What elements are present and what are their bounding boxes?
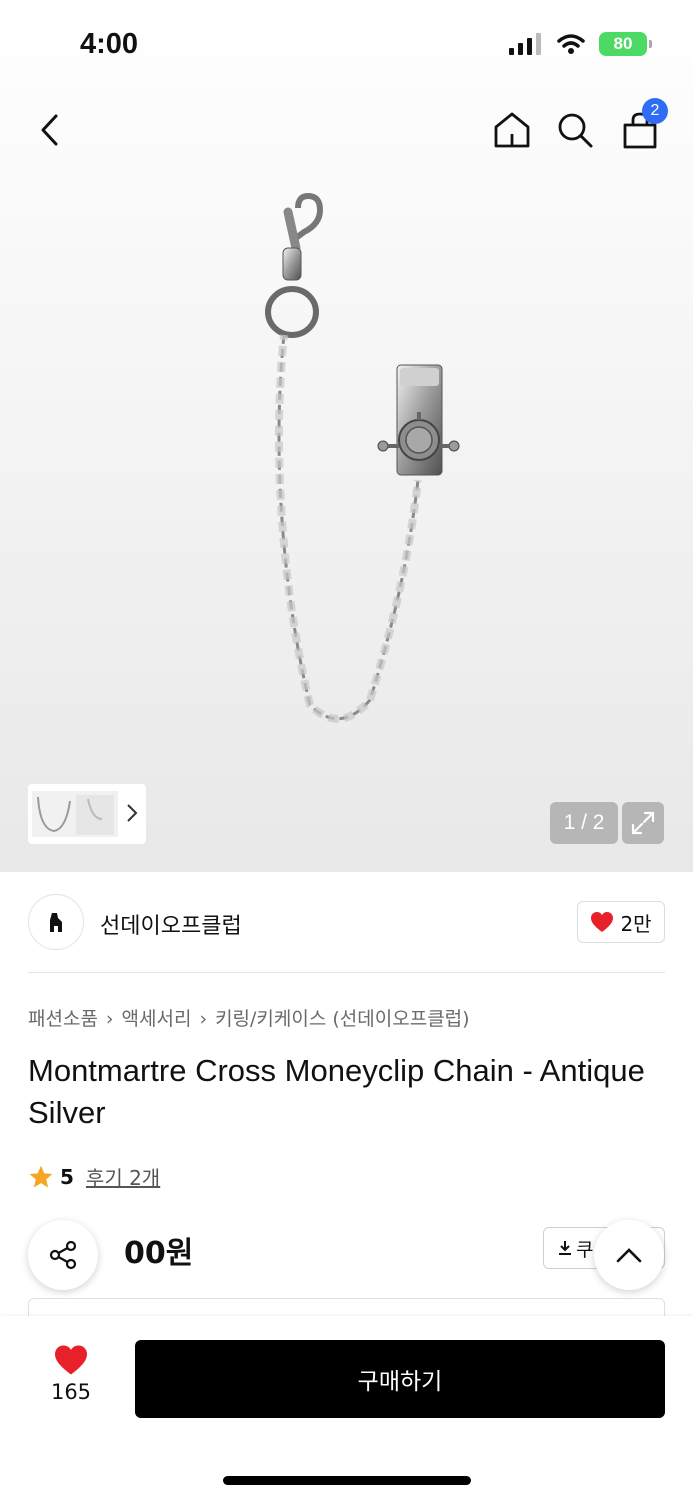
search-icon xyxy=(558,113,593,148)
share-icon xyxy=(49,1240,77,1270)
product-image[interactable] xyxy=(200,190,500,750)
brand-like-count: 2만 xyxy=(620,911,652,936)
status-icons: 80 xyxy=(509,32,652,56)
buy-button[interactable]: 구매하기 xyxy=(135,1340,665,1418)
breadcrumb-separator: › xyxy=(199,1008,208,1030)
nav-bar: 2 xyxy=(0,96,693,166)
chevron-up-icon xyxy=(616,1248,642,1263)
product-thumbnail[interactable] xyxy=(32,789,118,839)
product-title: Montmartre Cross Moneyclip Chain - Antiq… xyxy=(28,1053,645,1130)
bottom-action-bar: 165 구매하기 xyxy=(0,1316,693,1500)
heart-icon xyxy=(591,912,614,932)
download-icon xyxy=(559,1241,571,1255)
heart-icon xyxy=(55,1345,87,1375)
brand-name[interactable]: 선데이오프클럽 xyxy=(100,908,242,940)
home-indicator xyxy=(223,1476,471,1485)
image-pager: 1 / 2 xyxy=(550,802,618,844)
brand-logo[interactable] xyxy=(28,894,84,950)
thumbnail-strip[interactable] xyxy=(28,784,146,844)
breadcrumb: 패션소품 › 액세서리 › 키링/키케이스 (선데이오프클럽) xyxy=(28,1004,470,1031)
expand-icon xyxy=(631,811,655,835)
wishlist-button[interactable]: 165 xyxy=(36,1344,106,1414)
brand-row[interactable]: 선데이오프클럽 2만 xyxy=(28,892,665,954)
breadcrumb-item-current[interactable]: 키링/키케이스 (선데이오프클럽) xyxy=(215,1008,470,1030)
brand-like-button[interactable]: 2만 xyxy=(577,901,665,943)
review-count-link[interactable]: 후기 2개 xyxy=(86,1162,160,1191)
rating-score: 5 xyxy=(60,1164,74,1189)
price: 00원 xyxy=(124,1228,193,1272)
breadcrumb-item-subcategory[interactable]: 액세서리 xyxy=(122,1008,192,1030)
cart-button[interactable]: 2 xyxy=(614,98,668,156)
wishlist-count: 165 xyxy=(50,1380,92,1404)
search-button[interactable] xyxy=(549,104,601,156)
star-icon xyxy=(29,1165,53,1188)
chevron-right-icon xyxy=(127,804,138,822)
price-value: 00원 xyxy=(124,1236,194,1271)
chevron-left-icon xyxy=(41,114,58,146)
brand-logo-icon xyxy=(50,913,62,932)
status-time: 4:00 xyxy=(80,28,139,60)
coupon-label: 쿠 xyxy=(576,1238,594,1261)
wifi-icon xyxy=(557,34,585,54)
home-button[interactable] xyxy=(486,104,538,156)
battery-level: 80 xyxy=(613,34,633,53)
battery-icon: 80 xyxy=(599,32,652,56)
rating-row: 5 후기 2개 xyxy=(28,1162,160,1191)
status-bar: 4:00 80 xyxy=(0,0,693,90)
breadcrumb-separator: › xyxy=(105,1008,114,1030)
signal-icon xyxy=(509,33,541,55)
divider xyxy=(28,972,665,973)
expand-image-button[interactable] xyxy=(622,802,664,844)
home-icon xyxy=(494,112,530,148)
breadcrumb-item-category[interactable]: 패션소품 xyxy=(28,1008,98,1030)
back-button[interactable] xyxy=(24,104,76,156)
price-row: 00원 쿠 xyxy=(28,1222,665,1282)
cart-count-badge: 2 xyxy=(642,98,668,124)
scroll-top-button[interactable] xyxy=(594,1220,664,1290)
share-button[interactable] xyxy=(28,1220,98,1290)
